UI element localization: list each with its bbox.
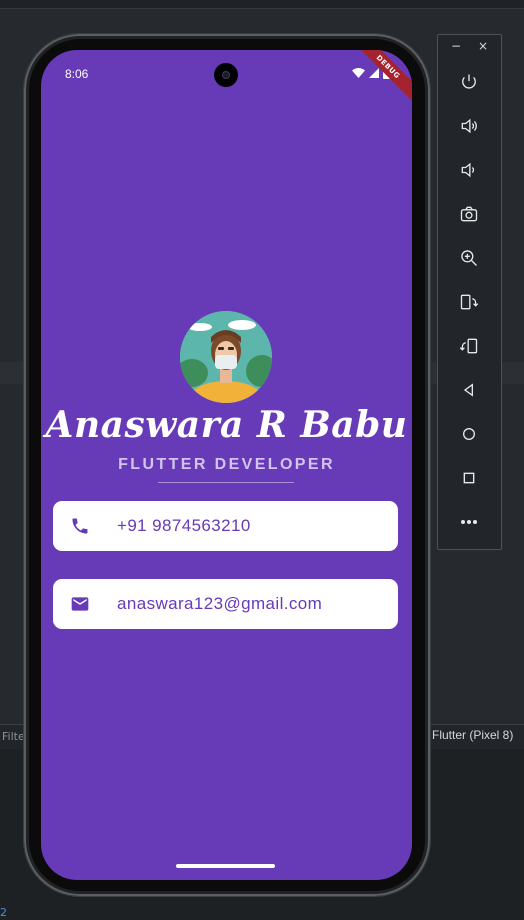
power-icon[interactable] bbox=[456, 69, 482, 95]
rotate-left-icon[interactable] bbox=[456, 289, 482, 315]
email-icon bbox=[67, 591, 93, 617]
front-camera bbox=[214, 63, 238, 87]
email-address: anaswara123@gmail.com bbox=[117, 594, 323, 613]
home-gesture-bar[interactable] bbox=[176, 864, 275, 868]
home-icon[interactable] bbox=[456, 421, 482, 447]
profile-name: Anaswara R Babu bbox=[45, 404, 408, 446]
email-card[interactable]: anaswara123@gmail.com bbox=[53, 579, 398, 629]
emulator-close-button[interactable]: × bbox=[478, 39, 488, 53]
avatar bbox=[180, 311, 272, 403]
phone-icon bbox=[67, 513, 93, 539]
divider bbox=[158, 482, 294, 483]
ide-device-label[interactable]: Flutter (Pixel 8) bbox=[432, 728, 513, 742]
volume-up-icon[interactable] bbox=[456, 113, 482, 139]
camera-icon[interactable] bbox=[456, 201, 482, 227]
wifi-icon bbox=[352, 68, 365, 78]
ide-top-bar bbox=[0, 0, 524, 9]
ide-filter-label[interactable]: Filte bbox=[2, 730, 25, 743]
phone-card[interactable]: +91 9874563210 bbox=[53, 501, 398, 551]
phone-number: +91 9874563210 bbox=[117, 516, 251, 535]
rotate-right-icon[interactable] bbox=[456, 333, 482, 359]
overview-icon[interactable] bbox=[456, 465, 482, 491]
zoom-in-icon[interactable] bbox=[456, 245, 482, 271]
volume-down-icon[interactable] bbox=[456, 157, 482, 183]
emulator-minimize-button[interactable]: − bbox=[451, 39, 461, 53]
emulator-toolbar: − × bbox=[437, 34, 502, 550]
signal-icon bbox=[369, 68, 379, 78]
avatar-illustration bbox=[180, 311, 272, 403]
status-bar: 8:06 DEBUG bbox=[41, 50, 412, 105]
ide-line-number: 2 bbox=[0, 906, 7, 919]
more-icon[interactable] bbox=[456, 509, 482, 535]
status-time: 8:06 bbox=[65, 67, 89, 81]
back-icon[interactable] bbox=[456, 377, 482, 403]
profile-title: FLUTTER DEVELOPER bbox=[118, 456, 335, 473]
app-screen: 8:06 DEBUG Anaswara R Babu FLUTTER DEVEL… bbox=[41, 50, 412, 880]
